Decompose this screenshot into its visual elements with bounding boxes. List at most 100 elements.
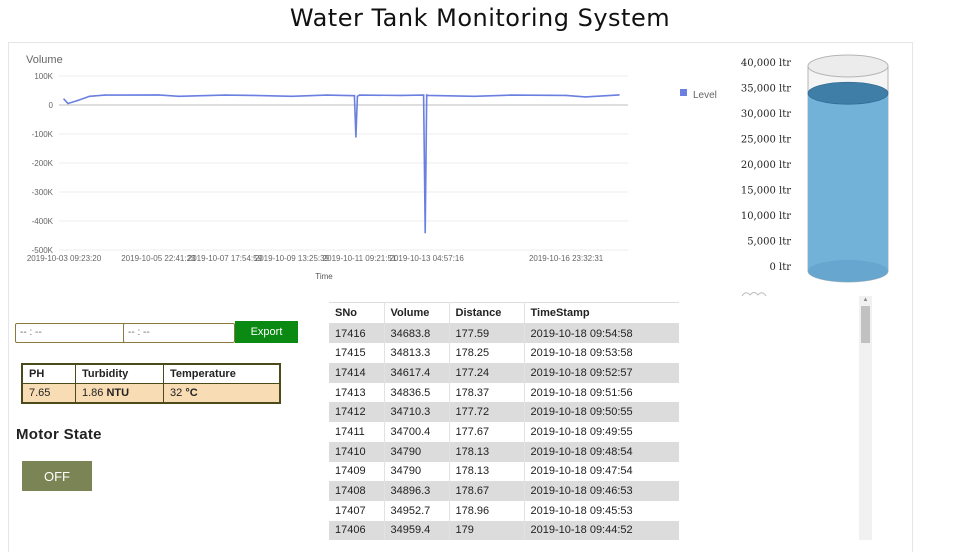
- distance-cell: 178.96: [449, 500, 525, 521]
- tank-scale-label: 40,000 ltr: [741, 58, 791, 69]
- data-point: [358, 94, 361, 96]
- x-tick-label: 2019-10-16 23:32:31: [529, 254, 604, 263]
- table-row[interactable]: 17410 34790 178.13 2019-10-18 09:48:54: [329, 441, 679, 462]
- tank-scale-label: 30,000 ltr: [741, 109, 791, 120]
- readings-body: 17416 34683.8 177.59 2019-10-18 09:54:58 174…: [329, 323, 679, 540]
- data-point: [473, 95, 476, 98]
- sno-cell: 17413: [329, 382, 385, 403]
- sno-cell: 17406: [329, 520, 385, 540]
- distance-cell: 177.59: [449, 323, 525, 344]
- data-point: [76, 99, 79, 102]
- temperature-unit: °C: [185, 387, 198, 399]
- ph-value: 7.65: [21, 383, 76, 404]
- sno-cell: 17407: [329, 500, 385, 521]
- timestamp-cell: 2019-10-18 09:53:58: [524, 343, 679, 364]
- distance-cell: 177.24: [449, 363, 525, 383]
- distance-cell: 177.72: [449, 402, 525, 423]
- readings-table: SNo Volume Distance TimeStamp 17416 34683…: [329, 302, 679, 540]
- data-point: [291, 95, 293, 98]
- sno-header[interactable]: SNo: [329, 302, 385, 324]
- data-point: [584, 96, 587, 98]
- timestamp-cell: 2019-10-18 09:45:53: [524, 500, 679, 521]
- volume-cell: 34813.3: [384, 343, 450, 364]
- volume-header[interactable]: Volume: [384, 302, 450, 324]
- volume-cell: 34617.4: [384, 363, 450, 383]
- table-row[interactable]: 17406 34959.4 179 2019-10-18 09:44:52: [329, 520, 679, 540]
- table-row[interactable]: 17415 34813.3 178.25 2019-10-18 09:53:58: [329, 343, 679, 364]
- data-point: [325, 94, 328, 96]
- data-point: [425, 94, 428, 96]
- y-tick-label: -200K: [32, 159, 54, 168]
- table-row[interactable]: 17413 34836.5 178.37 2019-10-18 09:51:56: [329, 382, 679, 403]
- x-axis-title: Time: [315, 272, 333, 281]
- volume-cell: 34959.4: [384, 520, 450, 540]
- data-point: [67, 102, 69, 105]
- x-tick-label: 2019-10-13 04:57:16: [390, 254, 465, 263]
- tank-level-gauge: 40,000 ltr 35,000 ltr 30,000 ltr 25,000 ltr…: [741, 54, 889, 283]
- scroll-up-arrow-icon[interactable]: ▲: [861, 296, 870, 304]
- volume-cell: 34952.7: [384, 500, 450, 521]
- tank-lid: [807, 54, 889, 78]
- temperature-cell: 32 °C: [163, 383, 281, 404]
- page-title: Water Tank Monitoring System: [289, 4, 671, 32]
- tank-scale-label: 0 ltr: [769, 262, 791, 273]
- timestamp-cell: 2019-10-18 09:44:52: [524, 520, 679, 540]
- data-point: [399, 94, 402, 97]
- y-tick-label: 100K: [34, 72, 53, 81]
- volume-cell: 34790: [384, 441, 450, 462]
- tank-water: [808, 93, 888, 282]
- table-row[interactable]: 17408 34896.3 178.67 2019-10-18 09:46:53: [329, 481, 679, 501]
- distance-cell: 178.37: [449, 382, 525, 403]
- data-point: [618, 94, 620, 96]
- volume-cell: 34700.4: [384, 422, 450, 442]
- data-point: [427, 94, 430, 97]
- tank-water-surface: [807, 81, 889, 105]
- start-time-input[interactable]: -- : --: [15, 323, 127, 343]
- temperature-header: Temperature: [163, 363, 281, 384]
- data-point: [104, 94, 106, 96]
- volume-cell: 34710.3: [384, 402, 450, 423]
- data-point: [356, 95, 359, 98]
- sensor-value-row: 7.65 1.86 NTU 32 °C: [21, 383, 281, 404]
- y-tick-label: -300K: [32, 188, 54, 197]
- table-row[interactable]: 17414 34617.4 177.24 2019-10-18 09:52:57: [329, 363, 679, 383]
- timestamp-cell: 2019-10-18 09:54:58: [524, 323, 679, 344]
- turbidity-unit: NTU: [106, 387, 130, 399]
- data-point: [424, 231, 427, 234]
- turbidity-value: 1.86: [82, 387, 104, 399]
- timestamp-cell: 2019-10-18 09:49:55: [524, 422, 679, 442]
- readings-table-container[interactable]: SNo Volume Distance TimeStamp 17416 34683…: [329, 302, 679, 540]
- tank-scale-label: 10,000 ltr: [741, 211, 791, 222]
- data-point: [353, 94, 356, 97]
- end-time-input[interactable]: -- : --: [123, 323, 235, 343]
- table-row[interactable]: 17416 34683.8 177.59 2019-10-18 09:54:58: [329, 323, 679, 344]
- data-point: [63, 98, 65, 100]
- table-row[interactable]: 17407 34952.7 178.96 2019-10-18 09:45:53: [329, 500, 679, 521]
- loading-icon: [741, 292, 767, 297]
- data-point: [355, 136, 357, 138]
- data-point: [157, 94, 160, 96]
- distance-header[interactable]: Distance: [449, 302, 525, 324]
- table-row[interactable]: 17412 34710.3 177.72 2019-10-18 09:50:55: [329, 402, 679, 423]
- timestamp-cell: 2019-10-18 09:51:56: [524, 382, 679, 403]
- table-row[interactable]: 17411 34700.4 177.67 2019-10-18 09:49:55: [329, 422, 679, 442]
- temperature-value: 32: [170, 387, 183, 399]
- sensor-header-row: PH Turbidity Temperature: [21, 363, 281, 384]
- table-row[interactable]: 17409 34790 178.13 2019-10-18 09:47:54: [329, 461, 679, 482]
- series-line-level: [63, 94, 620, 233]
- legend-label-level: Level: [693, 90, 717, 101]
- data-point: [422, 94, 425, 96]
- y-axis-title: Volume: [26, 54, 63, 66]
- motor-off-button[interactable]: OFF: [22, 461, 92, 491]
- volume-line-chart: Volume100K0-100K-200K-300K-400K-500K2019…: [26, 54, 717, 281]
- timestamp-header[interactable]: TimeStamp: [524, 302, 679, 324]
- x-tick-label: 2019-10-07 17:54:59: [188, 254, 263, 263]
- volume-cell: 34790: [384, 461, 450, 482]
- sensor-readings-table: PH Turbidity Temperature 7.65 1.86 NTU 3…: [21, 363, 281, 404]
- distance-cell: 179: [449, 520, 525, 540]
- page-scrollbar-thumb[interactable]: [861, 306, 870, 343]
- export-button[interactable]: Export: [235, 321, 298, 343]
- data-point: [178, 95, 180, 98]
- sno-cell: 17412: [329, 402, 385, 423]
- turbidity-cell: 1.86 NTU: [75, 383, 164, 404]
